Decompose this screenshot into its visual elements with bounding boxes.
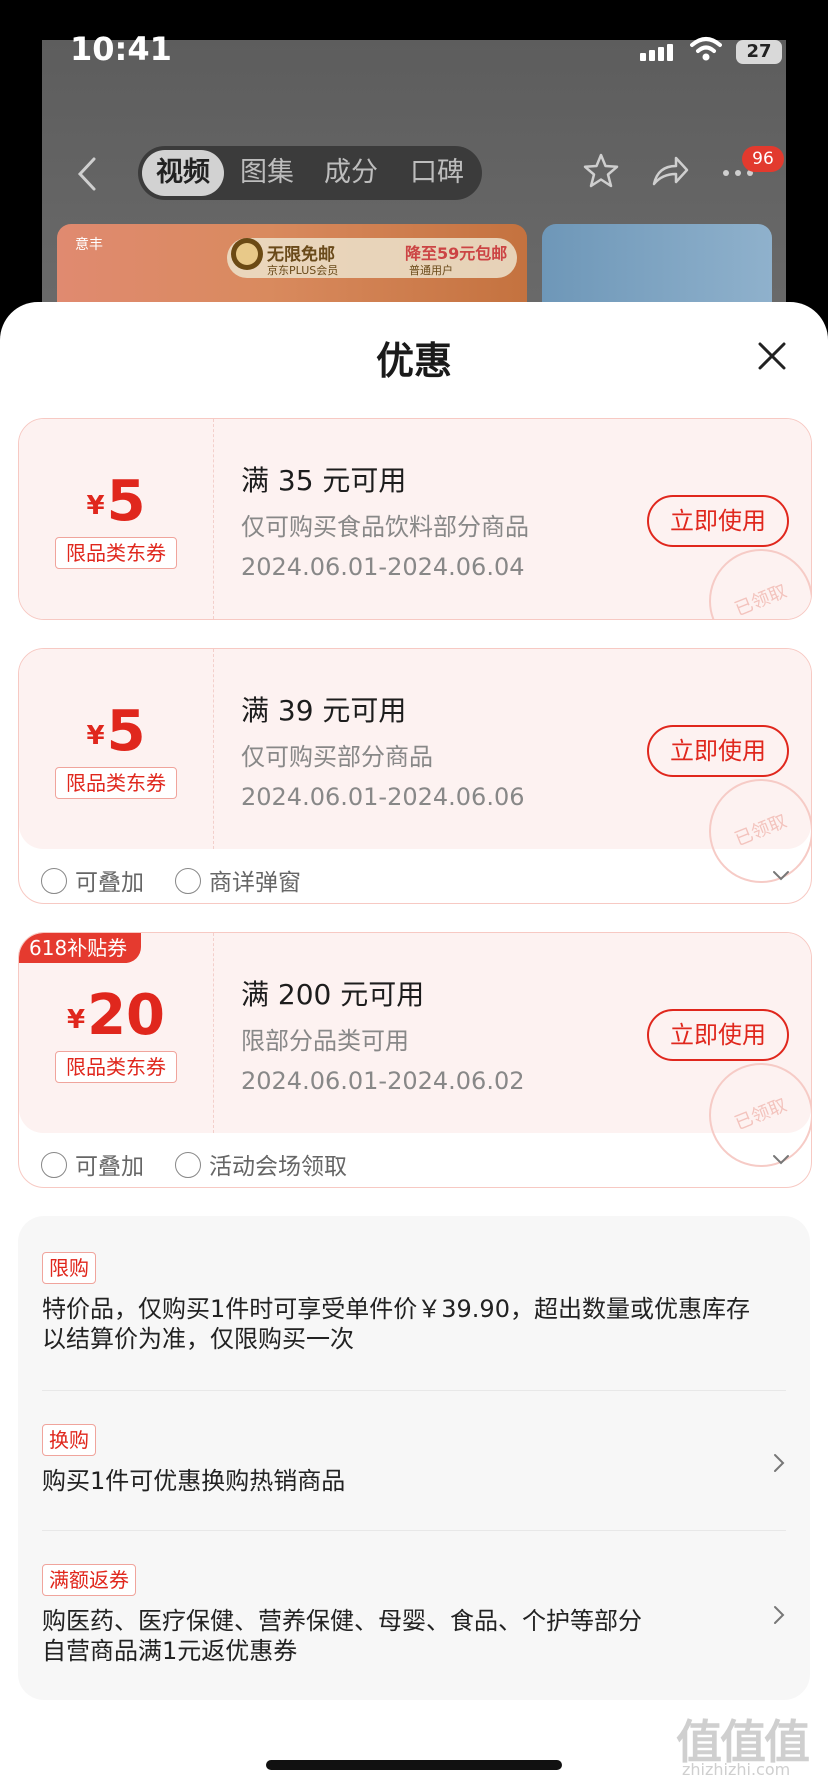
currency-symbol: ¥ [86, 721, 105, 751]
coupon-body: ¥5 限品类东券 满 39 元可用 仅可购买部分商品 2024.06.01-20… [19, 649, 811, 899]
promo-tag: 换购 [42, 1424, 96, 1456]
stackable-label: 可叠加 [41, 863, 144, 897]
coupon-type-tag: 限品类东券 [55, 1051, 177, 1083]
coupon-scope: 仅可购买部分商品 [241, 743, 433, 771]
ticket-icon [175, 1152, 201, 1178]
promo-text: 购医药、医疗保健、营养保健、母婴、食品、个护等部分自营商品满1元返优惠券 [42, 1607, 642, 1665]
coupon-type-tag: 限品类东券 [55, 767, 177, 799]
battery-level: 27 [736, 40, 782, 64]
free-shipping-icon [231, 238, 263, 270]
promo-item[interactable]: 换购 购买1件可优惠换购热销商品 [42, 1424, 786, 1496]
promotions-panel: 限购 特价品，仅购买1件时可享受单件价￥39.90，超出数量或优惠库存以结算价为… [18, 1216, 810, 1700]
coupon-body: ¥20 限品类东券 满 200 元可用 限部分品类可用 2024.06.01-2… [19, 933, 811, 1183]
tab-ingredients[interactable]: 成分 [324, 146, 378, 200]
promo-text: 购买1件可优惠换购热销商品 [42, 1467, 346, 1495]
ticket-icon [175, 868, 201, 894]
coupon-validity: 2024.06.01-2024.06.06 [241, 783, 525, 811]
chevron-right-icon[interactable] [772, 1604, 786, 1626]
divider [42, 1530, 786, 1531]
status-bar: 10:41 27 [0, 0, 828, 100]
coupon-amount-area: ¥20 限品类东券 [19, 933, 214, 1133]
tab-gallery[interactable]: 图集 [240, 146, 294, 200]
promo-item[interactable]: 满额返券 购医药、医疗保健、营养保健、母婴、食品、个护等部分自营商品满1元返优惠… [42, 1564, 786, 1666]
coupon-value: 5 [106, 699, 146, 764]
coupon-condition: 满 35 元可用 [241, 464, 407, 497]
message-badge: 96 [742, 146, 784, 172]
stack-icon [41, 1152, 67, 1178]
promo-tag: 满额返券 [42, 1564, 136, 1596]
cellular-signal-icon [640, 44, 676, 65]
coupon-amount-area: ¥5 限品类东券 [19, 649, 214, 849]
coupon-value: 20 [87, 983, 166, 1048]
coupon-condition: 满 39 元可用 [241, 694, 407, 727]
favorite-star-icon[interactable] [582, 152, 620, 190]
coupon-card: ¥5 限品类东券 满 39 元可用 仅可购买部分商品 2024.06.01-20… [18, 648, 812, 904]
coupon-condition: 满 200 元可用 [241, 978, 425, 1011]
subsidy-coupon-badge: 618补贴券 [19, 933, 142, 963]
coupon-validity: 2024.06.01-2024.06.04 [241, 553, 525, 581]
close-icon[interactable] [756, 340, 788, 372]
wifi-icon [690, 37, 722, 61]
divider [42, 1390, 786, 1391]
coupon-scope: 限部分品类可用 [241, 1027, 409, 1055]
coupon-scope: 仅可购买食品饮料部分商品 [241, 513, 529, 541]
tab-video[interactable]: 视频 [142, 150, 224, 196]
banner-brand: 意丰 [75, 237, 103, 253]
promo-item: 限购 特价品，仅购买1件时可享受单件价￥39.90，超出数量或优惠库存以结算价为… [42, 1252, 786, 1354]
chevron-down-icon[interactable] [771, 869, 791, 883]
sheet-title: 优惠 [375, 339, 452, 383]
home-indicator [266, 1760, 562, 1770]
banner-promo-right: 降至59元包邮 [405, 244, 508, 263]
currency-symbol: ¥ [66, 1005, 86, 1035]
source-label: 商详弹窗 [175, 863, 301, 897]
chevron-right-icon[interactable] [772, 1452, 786, 1474]
coupon-value: 5 [106, 469, 146, 534]
watermark-url: zhizhizhi.com [682, 1760, 791, 1779]
tab-reviews[interactable]: 口碑 [410, 146, 464, 200]
coupon-validity: 2024.06.01-2024.06.02 [241, 1067, 525, 1095]
banner-promo-right-sub: 普通用户 [409, 264, 453, 277]
media-tabs: 视频 图集 成分 口碑 [138, 146, 482, 200]
coupon-amount: ¥5 [19, 699, 213, 764]
coupon-footer[interactable]: 可叠加 商详弹窗 [19, 851, 811, 903]
coupon-card: ¥5 限品类东券 满 35 元可用 仅可购买食品饮料部分商品 2024.06.0… [18, 418, 812, 620]
coupon-type-tag: 限品类东券 [55, 537, 177, 569]
promo-tag: 限购 [42, 1252, 96, 1284]
coupon-amount-area: ¥5 限品类东券 [19, 419, 214, 619]
coupon-card: ¥20 限品类东券 满 200 元可用 限部分品类可用 2024.06.01-2… [18, 932, 812, 1188]
use-now-button[interactable]: 立即使用 [647, 1009, 789, 1061]
promo-text: 特价品，仅购买1件时可享受单件价￥39.90，超出数量或优惠库存以结算价为准，仅… [42, 1295, 750, 1353]
share-icon[interactable] [650, 152, 690, 190]
use-now-button[interactable]: 立即使用 [647, 725, 789, 777]
stackable-label: 可叠加 [41, 1147, 144, 1181]
source-label: 活动会场领取 [175, 1147, 347, 1181]
coupon-body: ¥5 限品类东券 满 35 元可用 仅可购买食品饮料部分商品 2024.06.0… [19, 419, 811, 619]
currency-symbol: ¥ [86, 491, 105, 521]
stack-icon [41, 868, 67, 894]
chevron-down-icon[interactable] [771, 1153, 791, 1167]
coupon-amount: ¥5 [19, 469, 213, 534]
banner-promo-sub: 京东PLUS会员 [267, 264, 339, 277]
status-time: 10:41 [70, 30, 172, 68]
coupon-footer[interactable]: 可叠加 活动会场领取 [19, 1135, 811, 1187]
use-now-button[interactable]: 立即使用 [647, 495, 789, 547]
coupon-amount: ¥20 [19, 983, 213, 1048]
back-icon[interactable] [76, 156, 98, 192]
